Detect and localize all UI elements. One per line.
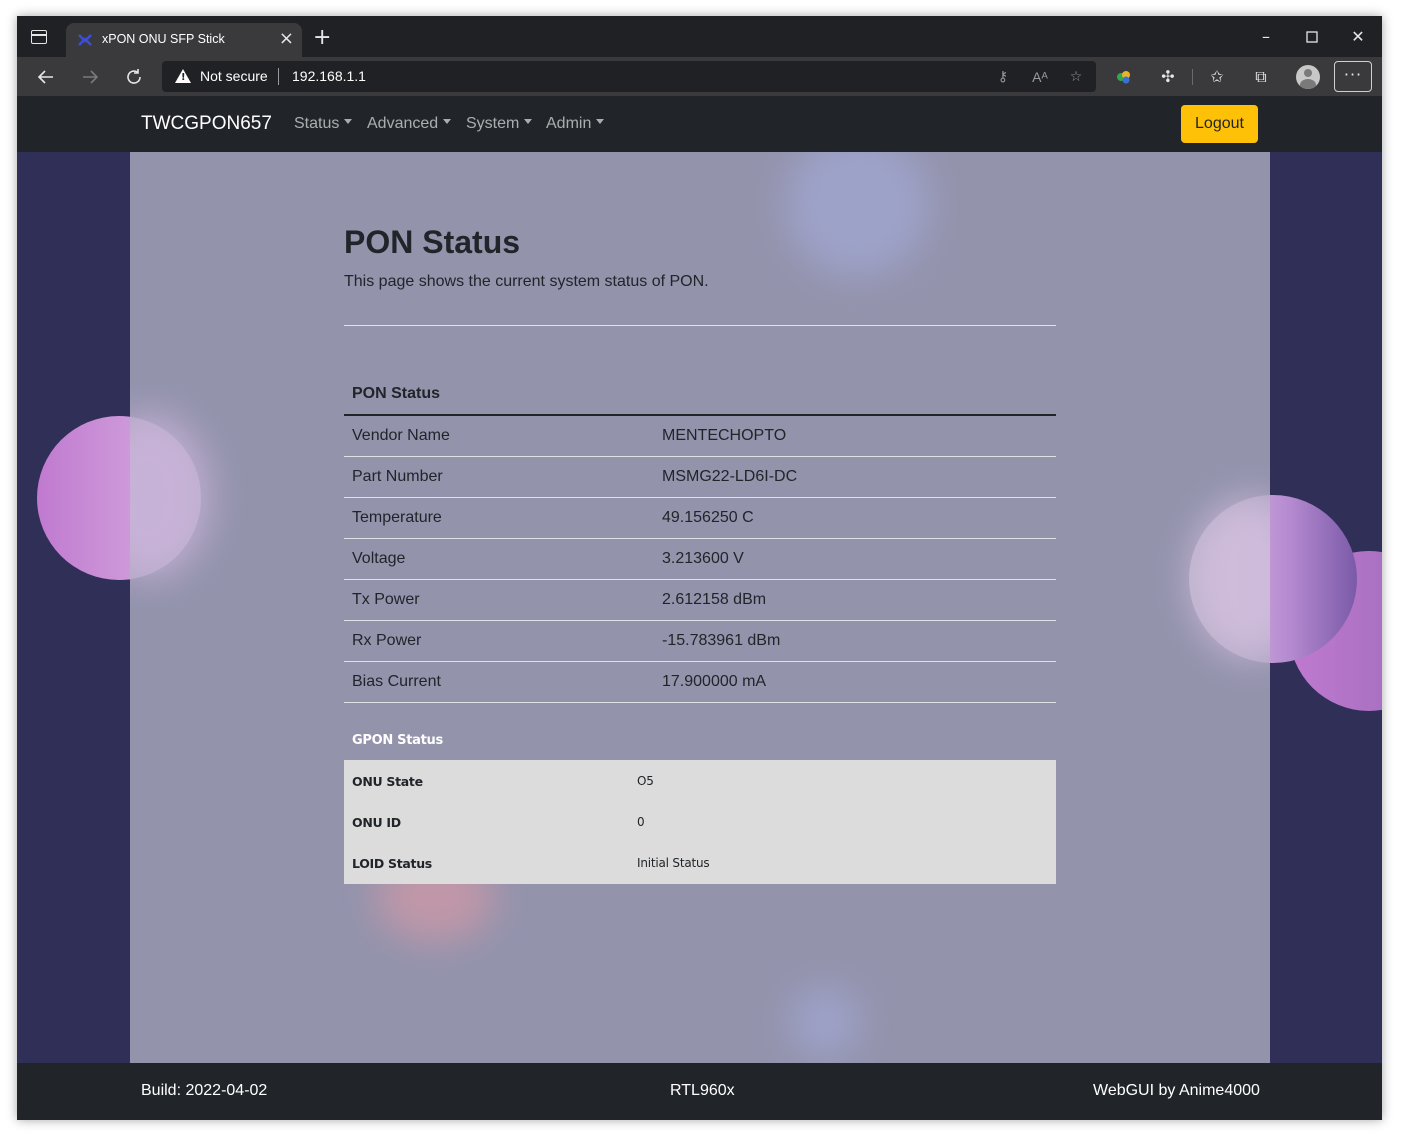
table-row: ONU State O5 [344,760,1056,801]
chip-info: RTL960x [670,1082,735,1099]
nav-menu-admin[interactable]: Admin [546,115,605,133]
tab-strip: xPON ONU SFP Stick × + – ✕ [17,16,1382,57]
row-label: Bias Current [352,673,441,690]
caret-down-icon [443,119,452,125]
caret-down-icon [524,119,533,125]
key-icon[interactable]: ⚷ [993,67,1013,87]
maximize-icon[interactable] [1300,25,1324,49]
table-row: Voltage 3.213600 V [344,539,1056,580]
extensions-icon[interactable]: ✣ [1156,65,1180,89]
nav-menu-label: Status [294,115,340,132]
row-value: -15.783961 dBm [662,632,781,649]
settings-menu-icon[interactable]: ··· [1334,61,1372,92]
pon-table-heading: PON Status [352,385,441,402]
favorites-icon[interactable]: ✩ [1205,65,1229,89]
row-value: 17.900000 mA [662,673,767,690]
extension-color-icon[interactable] [1112,65,1136,89]
divider [344,325,1056,326]
row-label: Temperature [352,509,442,526]
table-row: LOID Status Initial Status [344,842,1056,883]
row-value: Initial Status [637,856,710,870]
gpon-table: ONU State O5 ONU ID 0 LOID Status Initia… [344,760,1056,884]
nav-menu-label: Admin [546,115,592,132]
nav-menu-advanced[interactable]: Advanced [367,115,452,133]
back-icon[interactable] [34,65,58,89]
add-favorite-icon[interactable]: ☆ [1066,67,1086,87]
tab-title: xPON ONU SFP Stick [102,32,225,46]
row-value: MSMG22-LD6I-DC [662,468,798,485]
table-row: Vendor Name MENTECHOPTO [344,416,1056,457]
row-value: 49.156250 C [662,509,754,526]
row-label: Vendor Name [352,427,450,444]
table-row: ONU ID 0 [344,801,1056,842]
nav-menu-label: System [466,115,520,132]
profile-avatar[interactable] [1296,65,1320,89]
new-tab-icon[interactable]: + [313,27,331,49]
table-row: Tx Power 2.612158 dBm [344,580,1056,621]
page-title: PON Status [344,224,521,260]
url-text[interactable]: 192.168.1.1 [292,68,366,84]
site-navbar: TWCGPON657 Status Advanced System Admin … [17,96,1382,152]
brand-link[interactable]: TWCGPON657 [141,113,272,135]
browser-window: xPON ONU SFP Stick × + – ✕ ! Not secure … [17,16,1382,1120]
decor-blob [785,152,930,277]
page-description: This page shows the current system statu… [344,273,709,290]
row-label: ONU State [352,774,423,789]
nav-menu-label: Advanced [367,115,439,132]
row-value: O5 [637,774,654,788]
row-value: MENTECHOPTO [662,427,787,444]
decor-blob [790,987,860,1057]
row-label: Voltage [352,550,406,567]
row-value: 0 [637,815,645,829]
table-row: Bias Current 17.900000 mA [344,662,1056,703]
row-value: 2.612158 dBm [662,591,767,608]
pon-table-header: PON Status [344,378,1056,416]
caret-down-icon [344,119,353,125]
row-label: Part Number [352,468,443,485]
address-bar[interactable]: ! Not secure 192.168.1.1 ⚷ Aᴬ ☆ [162,61,1096,92]
table-row: Part Number MSMG22-LD6I-DC [344,457,1056,498]
toolbar-separator [1192,69,1193,85]
row-label: Tx Power [352,591,420,608]
web-page: PON Status This page shows the current s… [17,96,1382,1120]
row-value: 3.213600 V [662,550,744,567]
browser-tab[interactable]: xPON ONU SFP Stick × [66,23,302,57]
row-label: Rx Power [352,632,422,649]
row-label: LOID Status [352,856,432,871]
table-row: Temperature 49.156250 C [344,498,1056,539]
read-aloud-icon[interactable]: Aᴬ [1030,67,1050,87]
tab-close-icon[interactable]: × [279,29,294,49]
gpon-table-heading: GPON Status [352,733,443,748]
forward-icon[interactable] [78,65,102,89]
logout-button[interactable]: Logout [1181,105,1258,143]
row-label: ONU ID [352,815,401,830]
decor-blob [130,414,210,578]
minimize-icon[interactable]: – [1254,25,1278,49]
close-window-icon[interactable]: ✕ [1346,25,1370,49]
collections-icon[interactable]: ⧉ [1249,65,1273,89]
credit-info: WebGUI by Anime4000 [1093,1082,1260,1099]
build-info: Build: 2022-04-02 [141,1082,268,1099]
browser-toolbar: ! Not secure 192.168.1.1 ⚷ Aᴬ ☆ ✣ ✩ ⧉ ··… [17,57,1382,96]
address-separator [278,68,279,85]
nav-menu-status[interactable]: Status [294,115,353,133]
warning-icon: ! [175,69,191,83]
main-content-panel: PON Status This page shows the current s… [130,152,1270,1063]
nav-menu-system[interactable]: System [466,115,533,133]
caret-down-icon [596,119,605,125]
table-row: Rx Power -15.783961 dBm [344,621,1056,662]
refresh-icon[interactable] [122,65,146,89]
security-label[interactable]: Not secure [200,68,268,84]
decor-blob [1190,498,1270,658]
tab-actions-icon[interactable] [31,30,47,44]
favicon-icon [78,34,92,46]
site-footer: Build: 2022-04-02 RTL960x WebGUI by Anim… [17,1063,1382,1120]
